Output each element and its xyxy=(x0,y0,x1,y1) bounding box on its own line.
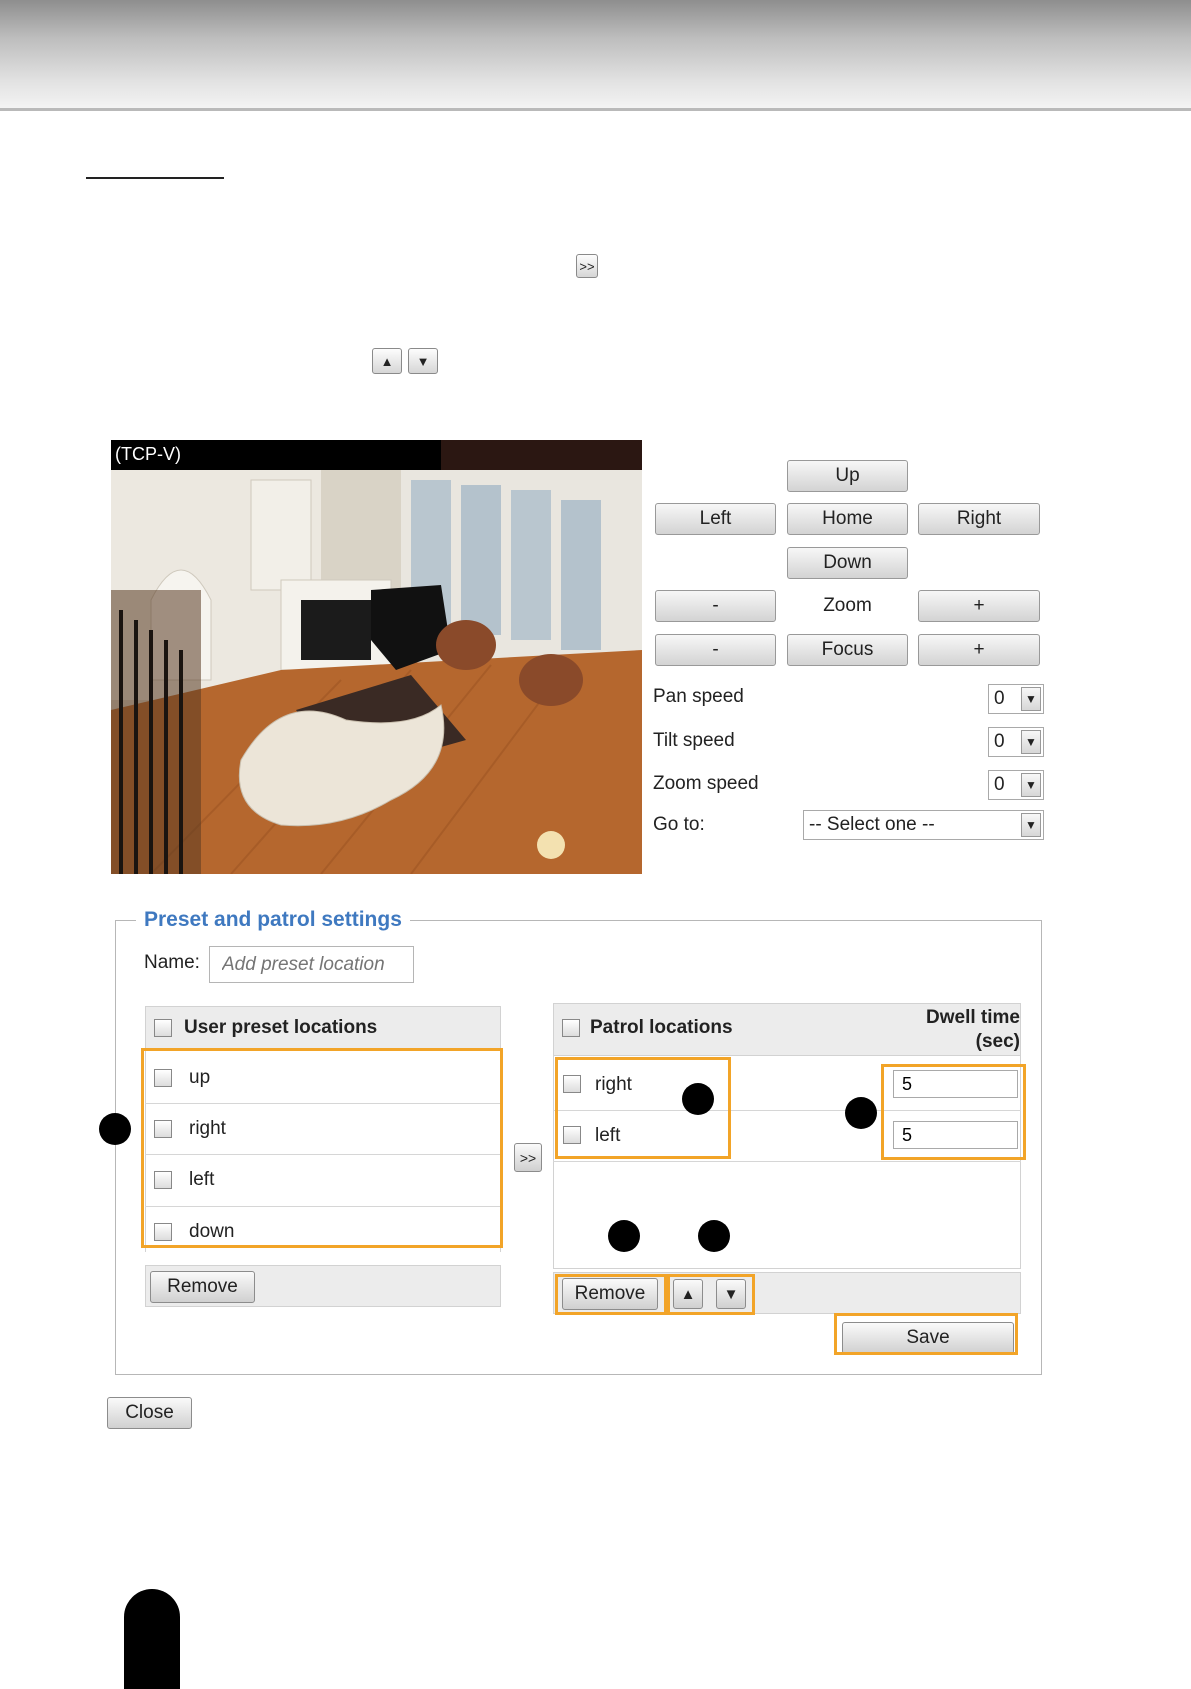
zoom-speed-label: Zoom speed xyxy=(653,773,759,794)
ptz-right-button[interactable]: Right xyxy=(918,503,1040,535)
pan-speed-label: Pan speed xyxy=(653,686,744,707)
reorder-highlight xyxy=(667,1274,755,1315)
preset-patrol-legend: Preset and patrol settings xyxy=(136,908,410,932)
goto-preset-value: -- Select one -- xyxy=(809,814,935,835)
dwell-time-highlight xyxy=(881,1064,1026,1160)
page-edge-tab xyxy=(124,1589,180,1689)
stream-info-bar xyxy=(111,440,642,470)
focus-near-button[interactable]: - xyxy=(655,634,776,666)
goto-preset-select[interactable]: -- Select one -- ▼ xyxy=(803,810,1044,840)
add-to-patrol-button[interactable]: >> xyxy=(514,1143,542,1172)
dwell-time-header: Dwell time (sec) xyxy=(880,1006,1020,1054)
ptz-home-button[interactable]: Home xyxy=(787,503,908,535)
ptz-down-button[interactable]: Down xyxy=(787,547,908,579)
close-button[interactable]: Close xyxy=(107,1397,192,1429)
patrol-remove-highlight xyxy=(555,1274,667,1315)
user-preset-highlight xyxy=(141,1048,503,1248)
move-up-sample-button: ▲ xyxy=(372,348,402,374)
chevron-down-icon: ▼ xyxy=(1021,730,1041,754)
save-highlight xyxy=(834,1313,1018,1355)
dwell-time-header-line1: Dwell time xyxy=(926,1007,1020,1028)
camera-image xyxy=(111,470,642,874)
chevron-down-icon: ▼ xyxy=(1021,813,1041,837)
ptz-up-button[interactable]: Up xyxy=(787,460,908,492)
focus-button[interactable]: Focus xyxy=(787,634,908,666)
header-divider xyxy=(0,108,1191,111)
zoom-out-button[interactable]: - xyxy=(655,590,776,622)
chevron-down-icon: ▼ xyxy=(1021,687,1041,711)
chevron-down-icon: ▼ xyxy=(1021,773,1041,797)
zoom-label: Zoom xyxy=(823,595,872,616)
user-preset-header-label: User preset locations xyxy=(184,1017,378,1038)
tilt-speed-select[interactable]: 0 ▼ xyxy=(988,727,1044,757)
zoom-speed-value: 0 xyxy=(994,774,1005,795)
callout-marker xyxy=(845,1097,877,1129)
pan-speed-value: 0 xyxy=(994,688,1005,709)
callout-marker xyxy=(682,1083,714,1115)
patrol-header-label: Patrol locations xyxy=(590,1017,733,1038)
tilt-speed-value: 0 xyxy=(994,731,1005,752)
dwell-time-header-line2: (sec) xyxy=(975,1031,1020,1052)
pan-speed-select[interactable]: 0 ▼ xyxy=(988,684,1044,714)
callout-marker xyxy=(99,1113,131,1145)
page-header-band xyxy=(0,0,1191,108)
user-preset-select-all-checkbox[interactable] xyxy=(154,1019,172,1037)
patrol-select-all-checkbox[interactable] xyxy=(562,1019,580,1037)
ptz-left-button[interactable]: Left xyxy=(655,503,776,535)
preset-name-input[interactable] xyxy=(209,946,414,983)
stream-protocol-label: (TCP-V) xyxy=(115,444,181,464)
zoom-speed-select[interactable]: 0 ▼ xyxy=(988,770,1044,800)
camera-live-view[interactable]: (TCP-V) xyxy=(111,440,642,874)
goto-label: Go to: xyxy=(653,814,705,835)
remove-preset-button[interactable]: Remove xyxy=(150,1271,255,1303)
preset-name-label: Name: xyxy=(144,952,200,973)
tilt-speed-label: Tilt speed xyxy=(653,730,735,751)
row-divider xyxy=(553,1161,1021,1162)
callout-marker xyxy=(698,1220,730,1252)
move-down-sample-button: ▼ xyxy=(408,348,438,374)
focus-far-button[interactable]: + xyxy=(918,634,1040,666)
zoom-in-button[interactable]: + xyxy=(918,590,1040,622)
add-arrow-sample-button: >> xyxy=(576,254,598,278)
section-title-underline xyxy=(86,177,224,179)
callout-marker xyxy=(608,1220,640,1252)
